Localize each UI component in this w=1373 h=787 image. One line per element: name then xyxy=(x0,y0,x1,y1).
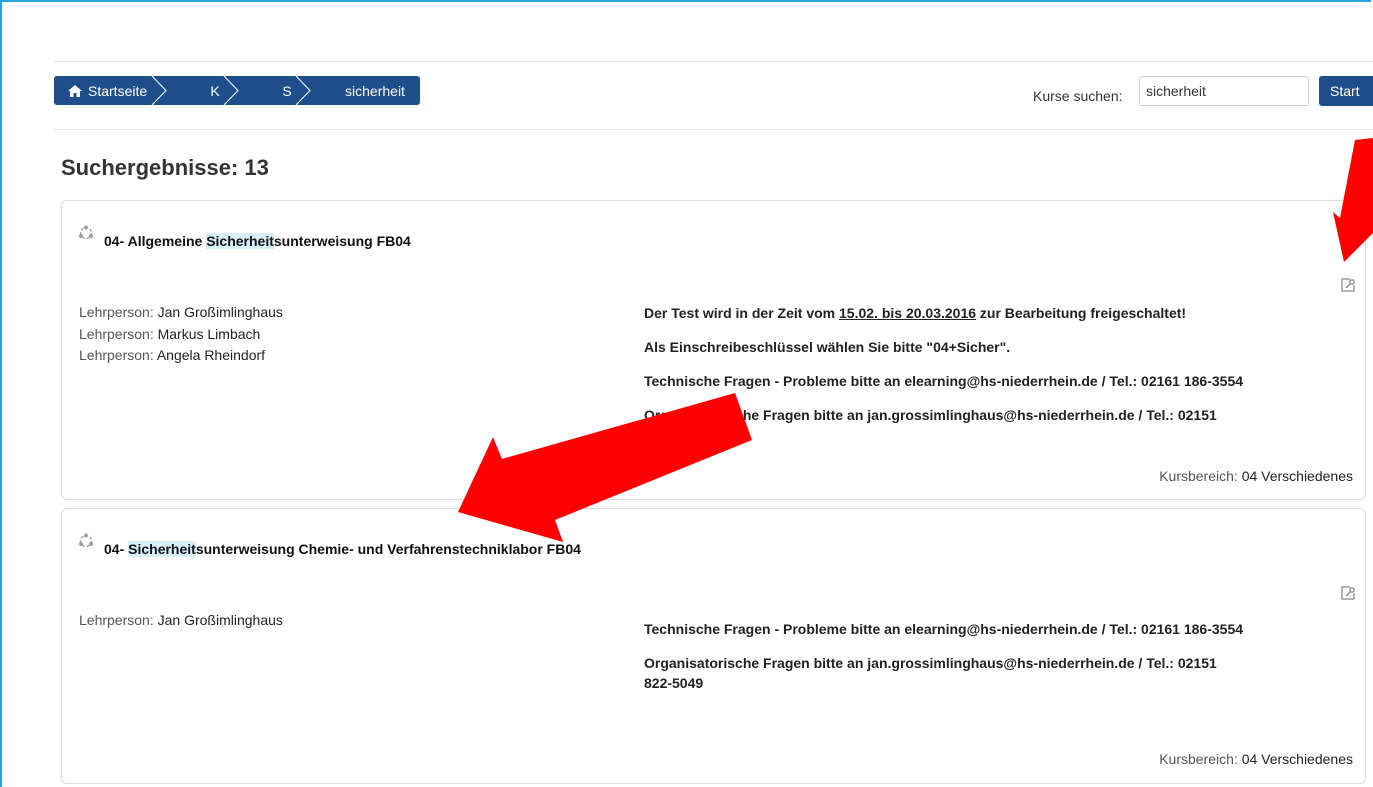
header-divider-bottom xyxy=(54,129,1373,130)
summary-email: elearning@hs-niederrhein.de xyxy=(904,621,1098,637)
teacher-list: Lehrperson: Jan Großimlinghaus Lehrperso… xyxy=(79,302,283,367)
breadcrumb-s[interactable]: S xyxy=(246,76,318,105)
breadcrumb-k[interactable]: K xyxy=(174,76,246,105)
summary-line: Technische Fragen - Probleme bitte an el… xyxy=(644,371,1344,391)
course-title-prefix: 04- Allgemeine xyxy=(104,233,207,249)
breadcrumb-separator-icon xyxy=(294,76,324,105)
course-summary: Technische Fragen - Probleme bitte an el… xyxy=(644,619,1344,707)
summary-text: / Tel.: 02161 186-3554 xyxy=(1097,621,1244,637)
category-link[interactable]: 04 Verschiedenes xyxy=(1242,468,1353,484)
teacher-name-link[interactable]: Angela Rheindorf xyxy=(157,347,265,363)
course-card: 04- Sicherheitsunterweisung Chemie- und … xyxy=(61,508,1366,784)
home-icon xyxy=(68,84,82,97)
teacher-label: Lehrperson: xyxy=(79,325,154,342)
breadcrumb: Startseite K S sicherheit xyxy=(54,76,420,105)
summary-text: Organisatorische Fragen bitte an xyxy=(644,655,868,671)
course-title-suffix: sunterweisung FB04 xyxy=(273,233,411,249)
enrol-key-icon[interactable] xyxy=(1340,277,1356,293)
summary-text: Technische Fragen - Probleme bitte an xyxy=(644,621,905,637)
results-title: Suchergebnisse: 13 xyxy=(61,155,269,180)
teacher-item: Lehrperson: Markus Limbach xyxy=(79,324,283,346)
summary-email: jan.grossimlinghaus@hs-niederrhein.de xyxy=(867,407,1135,423)
header-divider-top xyxy=(54,61,1373,62)
breadcrumb-current[interactable]: sicherheit xyxy=(318,76,420,105)
summary-email: elearning@hs-niederrhein.de xyxy=(904,373,1098,389)
teacher-item: Lehrperson: Angela Rheindorf xyxy=(79,345,283,367)
teacher-list: Lehrperson: Jan Großimlinghaus xyxy=(79,610,283,632)
summary-text: / Tel.: 02161 186-3554 xyxy=(1097,373,1244,389)
breadcrumb-home[interactable]: Startseite xyxy=(54,76,174,105)
summary-text: Organisatorische Fragen bitte an xyxy=(644,407,868,423)
teacher-item: Lehrperson: Jan Großimlinghaus xyxy=(79,610,283,632)
summary-email: jan.grossimlinghaus@hs-niederrhein.de xyxy=(867,655,1135,671)
teacher-name-link[interactable]: Jan Großimlinghaus xyxy=(158,304,283,320)
course-summary: Der Test wird in der Zeit vom 15.02. bis… xyxy=(644,303,1344,439)
summary-text: 822-5049 xyxy=(644,675,704,691)
course-search-input[interactable] xyxy=(1139,76,1309,106)
teacher-label: Lehrperson: xyxy=(79,612,154,628)
breadcrumb-separator-icon xyxy=(150,76,180,105)
search-start-button[interactable]: Start xyxy=(1319,76,1373,106)
summary-line: Als Einschreibeschlüssel wählen Sie bitt… xyxy=(644,339,1011,355)
summary-date-range: 15.02. bis 20.03.2016 xyxy=(839,305,977,321)
category-label: Kursbereich: xyxy=(1159,468,1238,484)
summary-text: zur Bearbeitung freigeschaltet! xyxy=(976,305,1187,321)
search-label: Kurse suchen: xyxy=(1033,88,1123,104)
course-card: 04- Allgemeine Sicherheitsunterweisung F… xyxy=(61,200,1366,500)
enrol-key-icon[interactable] xyxy=(1340,585,1356,601)
course-title-prefix: 04- xyxy=(104,541,129,557)
teacher-name-link[interactable]: Jan Großimlinghaus xyxy=(158,612,283,628)
summary-text: / Tel.: 02151 xyxy=(1134,655,1217,671)
course-title-highlight: Sicherheit xyxy=(206,233,274,249)
course-title-link[interactable]: 04- Sicherheitsunterweisung Chemie- und … xyxy=(104,541,581,557)
summary-line: Technische Fragen - Probleme bitte an el… xyxy=(644,619,1344,639)
summary-line: Organisatorische Fragen bitte an jan.gro… xyxy=(644,653,1344,693)
category-label: Kursbereich: xyxy=(1159,751,1238,767)
summary-text: Technische Fragen - Probleme bitte an xyxy=(644,373,905,389)
summary-line: Der Test wird in der Zeit vom 15.02. bis… xyxy=(644,303,1344,323)
course-category: Kursbereich: 04 Verschiedenes xyxy=(1159,751,1353,767)
course-title-link[interactable]: 04- Allgemeine Sicherheitsunterweisung F… xyxy=(104,233,411,249)
teacher-label: Lehrperson: xyxy=(79,304,154,320)
course-category: Kursbereich: 04 Verschiedenes xyxy=(1159,468,1353,484)
breadcrumb-current-label: sicherheit xyxy=(345,82,405,99)
course-title-suffix: sunterweisung Chemie- und Verfahrenstech… xyxy=(195,541,581,557)
course-icon xyxy=(79,533,93,548)
breadcrumb-s-label: S xyxy=(282,82,292,99)
teacher-item: Lehrperson: Jan Großimlinghaus xyxy=(79,302,283,324)
category-link[interactable]: 04 Verschiedenes xyxy=(1242,751,1353,767)
course-icon xyxy=(79,225,93,240)
teacher-name-link[interactable]: Markus Limbach xyxy=(158,326,261,342)
summary-text: Der Test wird in der Zeit vom xyxy=(644,305,840,321)
breadcrumb-k-label: K xyxy=(210,82,220,99)
summary-line: Organisatorische Fragen bitte an jan.gro… xyxy=(644,405,1344,425)
summary-text: / Tel.: 02151 xyxy=(1134,407,1217,423)
course-title-highlight: Sicherheit xyxy=(128,541,196,557)
breadcrumb-separator-icon xyxy=(222,76,252,105)
breadcrumb-home-label: Startseite xyxy=(88,82,148,99)
teacher-label: Lehrperson: xyxy=(79,347,154,363)
